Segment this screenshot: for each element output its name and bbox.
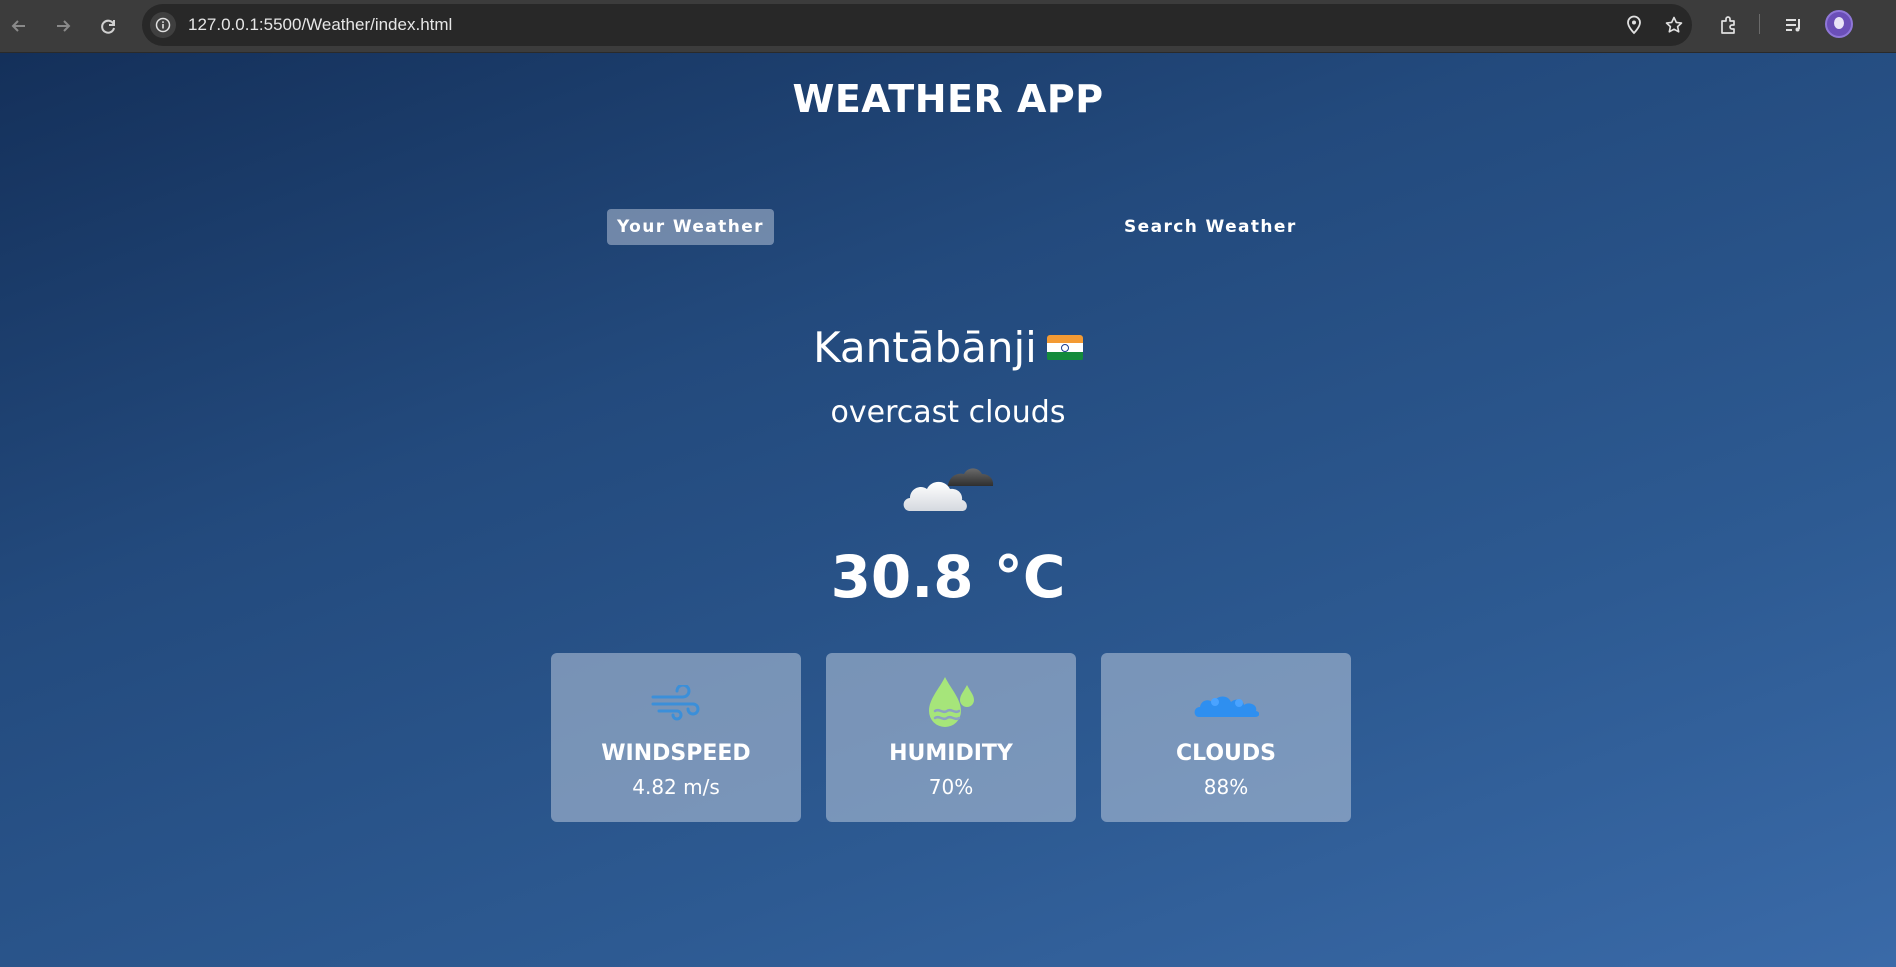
tab-your-weather[interactable]: Your Weather xyxy=(607,209,774,245)
location-icon[interactable] xyxy=(1623,14,1645,36)
tab-search-weather[interactable]: Search Weather xyxy=(1114,209,1307,245)
browser-toolbar: 127.0.0.1:5500/Weather/index.html xyxy=(0,0,1896,53)
extensions-icon[interactable] xyxy=(1713,10,1743,40)
back-arrow-icon xyxy=(11,20,25,32)
forward-arrow-icon xyxy=(57,20,71,32)
windspeed-card: WINDSPEED 4.82 m/s xyxy=(551,653,801,822)
url-text[interactable]: 127.0.0.1:5500/Weather/index.html xyxy=(188,15,452,35)
city-name: Kantābānji xyxy=(813,323,1037,372)
clouds-card: CLOUDS 88% xyxy=(1101,653,1351,822)
clouds-icon xyxy=(1194,696,1259,717)
windspeed-value: 4.82 m/s xyxy=(632,775,720,799)
wind-icon xyxy=(651,685,700,721)
app-title: WEATHER APP xyxy=(792,77,1104,121)
weather-description: overcast clouds xyxy=(830,395,1066,430)
humidity-value: 70% xyxy=(928,775,974,799)
weather-app: WEATHER APP Your Weather Search Weather … xyxy=(0,53,1896,967)
address-bar[interactable]: 127.0.0.1:5500/Weather/index.html xyxy=(142,4,1692,46)
forward-button[interactable] xyxy=(49,12,77,40)
profile-avatar[interactable] xyxy=(1825,10,1853,38)
humidity-icon xyxy=(929,677,974,727)
clouds-value: 88% xyxy=(1203,775,1249,799)
clouds-label: CLOUDS xyxy=(1175,741,1277,766)
country-flag-icon xyxy=(1046,334,1083,361)
temperature: 30.8 °C xyxy=(830,543,1066,611)
windspeed-label: WINDSPEED xyxy=(601,741,751,766)
bookmark-star-icon[interactable] xyxy=(1663,14,1685,36)
info-icon xyxy=(155,17,171,33)
city-name-row: Kantābānji xyxy=(0,323,1896,372)
humidity-card: HUMIDITY 70% xyxy=(826,653,1076,822)
humidity-label: HUMIDITY xyxy=(889,741,1013,766)
cloud-icon xyxy=(903,468,994,511)
media-control-icon[interactable] xyxy=(1779,10,1809,40)
toolbar-divider xyxy=(1759,14,1760,34)
reload-button[interactable] xyxy=(94,12,122,40)
reload-icon xyxy=(101,19,115,34)
site-info-button[interactable] xyxy=(150,12,176,38)
back-button[interactable] xyxy=(5,12,33,40)
